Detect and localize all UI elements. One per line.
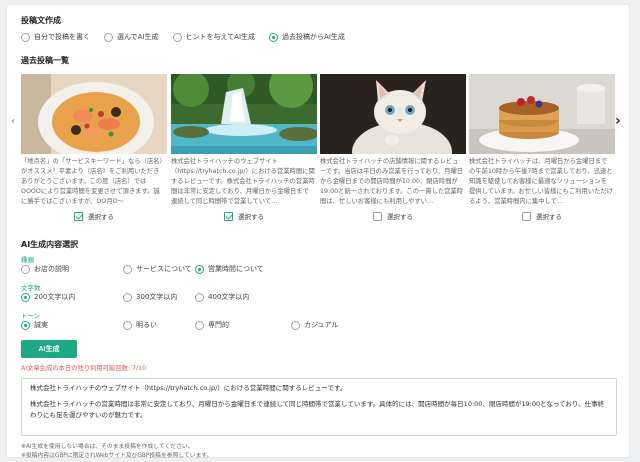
past-post-card: 株式会社トライハッチの店舗情報に関するレビューです。当店は平日のみ営業を行ってお… [320,74,466,221]
length-option-200[interactable]: 200文字以内 [21,292,123,302]
tone-option-bright[interactable]: 明るい [123,320,195,330]
mode-option-hint-ai[interactable]: ヒントを与えてAI生成 [172,32,255,42]
post-text: 株式会社トライハッチの店舗情報に関するレビューです。当店は平日のみ営業を行ってお… [320,158,464,205]
kitten-image [320,74,466,154]
waterfall-image [171,74,317,154]
length-label: 文字数 [21,284,41,292]
tone-option-sincere[interactable]: 誠実 [21,320,123,330]
radio-button[interactable] [172,32,182,42]
select-checkbox[interactable]: 選択する [469,211,615,221]
checkbox[interactable] [373,211,382,221]
radio-button[interactable] [21,32,30,42]
generated-text-area[interactable]: 株式会社トライハッチのウェブサイト（https://tryhatch.co.jp… [21,378,617,436]
tone-option-casual[interactable]: カジュアル [291,320,338,330]
section-title-ai-content: AI生成内容選択 [21,240,79,249]
radio-button[interactable] [123,292,132,302]
length-option-400[interactable]: 400文字以内 [195,292,249,302]
radio-button-selected[interactable] [269,32,279,42]
post-text: 株式会社トライハッチは、月曜日から金曜日までの午前10時から午後7時まで営業して… [469,158,614,205]
mode-option-past-ai[interactable]: 過去投稿からAI生成 [269,32,345,42]
radio-button-selected[interactable] [195,264,204,274]
select-checkbox[interactable]: 選択する [320,211,466,221]
post-text: 「地点名」の「サービスキーワード」なら（店名）がオススメ！平素より（店名）をご利… [21,158,163,205]
past-post-card: 「地点名」の「サービスキーワード」なら（店名）がオススメ！平素より（店名）をご利… [21,74,167,221]
section-title-post-creation: 投稿文作成 [21,16,61,25]
mode-option-manual[interactable]: 自分で投稿を書く [21,32,90,42]
mode-option-select-ai[interactable]: 選んでAI生成 [104,32,159,42]
radio-button[interactable] [195,292,204,302]
generated-text-line: 株式会社トライハッチの営業時間は非常に安定しており、月曜日から金曜日まで連続して… [30,400,605,419]
footnote: ※投稿内容はGBPに限定されWebサイト及びGBP投稿を参照しています。 [21,453,213,459]
checkbox-checked[interactable] [224,211,233,221]
category-option-service[interactable]: サービスについて [123,264,195,274]
generated-text-line: 株式会社トライハッチのウェブサイト（https://tryhatch.co.jp… [30,384,347,392]
select-checkbox[interactable]: 選択する [21,211,167,221]
tone-option-professional[interactable]: 専門的 [195,320,291,330]
radio-button-selected[interactable] [21,292,30,302]
radio-button[interactable] [195,320,204,330]
select-checkbox[interactable]: 選択する [171,211,317,221]
seafood-pasta-image [21,74,167,154]
radio-button[interactable] [291,320,300,330]
tone-label: トーン [21,312,41,320]
radio-button[interactable] [123,264,132,274]
carousel-prev-icon[interactable]: ‹ [11,116,15,127]
category-option-shop[interactable]: お店の説明 [21,264,123,274]
category-option-hours[interactable]: 営業時間について [195,264,264,274]
post-text: 株式会社トライハッチのウェブサイト（https://tryhatch.co.jp… [171,158,315,205]
category-label: 種類 [21,256,34,264]
length-option-300[interactable]: 300文字以内 [123,292,195,302]
past-post-card: 株式会社トライハッチは、月曜日から金曜日までの午前10時から午後7時まで営業して… [469,74,615,221]
footnote: ※AI生成を使用しない場合は、そのまま投稿を作成してください。 [21,444,194,450]
post-composer-panel: 投稿文作成 自分で投稿を書く 選んでAI生成 ヒントを与えてAI生成 過去投稿か… [6,4,630,459]
checkbox[interactable] [522,211,531,221]
past-post-card: 株式会社トライハッチのウェブサイト（https://tryhatch.co.jp… [171,74,317,221]
radio-button[interactable] [123,320,132,330]
section-title-past-posts: 過去投稿一覧 [21,56,69,65]
length-radio-group: 200文字以内 300文字以内 400文字以内 [21,292,249,302]
checkbox-checked[interactable] [74,211,83,221]
radio-button-selected[interactable] [21,320,30,330]
remaining-uses-note: AI文章生成の本日の残り利用可能回数: 7/10 [21,365,147,372]
radio-button[interactable] [104,32,113,42]
ai-generate-button[interactable]: AI生成 [21,340,77,358]
pancakes-image [469,74,615,154]
tone-radio-group: 誠実 明るい 専門的 カジュアル [21,320,338,330]
radio-button[interactable] [21,264,30,274]
post-mode-radio-group: 自分で投稿を書く 選んでAI生成 ヒントを与えてAI生成 過去投稿からAI生成 [21,32,345,42]
carousel-next-icon[interactable]: › [615,113,621,129]
category-radio-group: お店の説明 サービスについて 営業時間について [21,264,264,274]
